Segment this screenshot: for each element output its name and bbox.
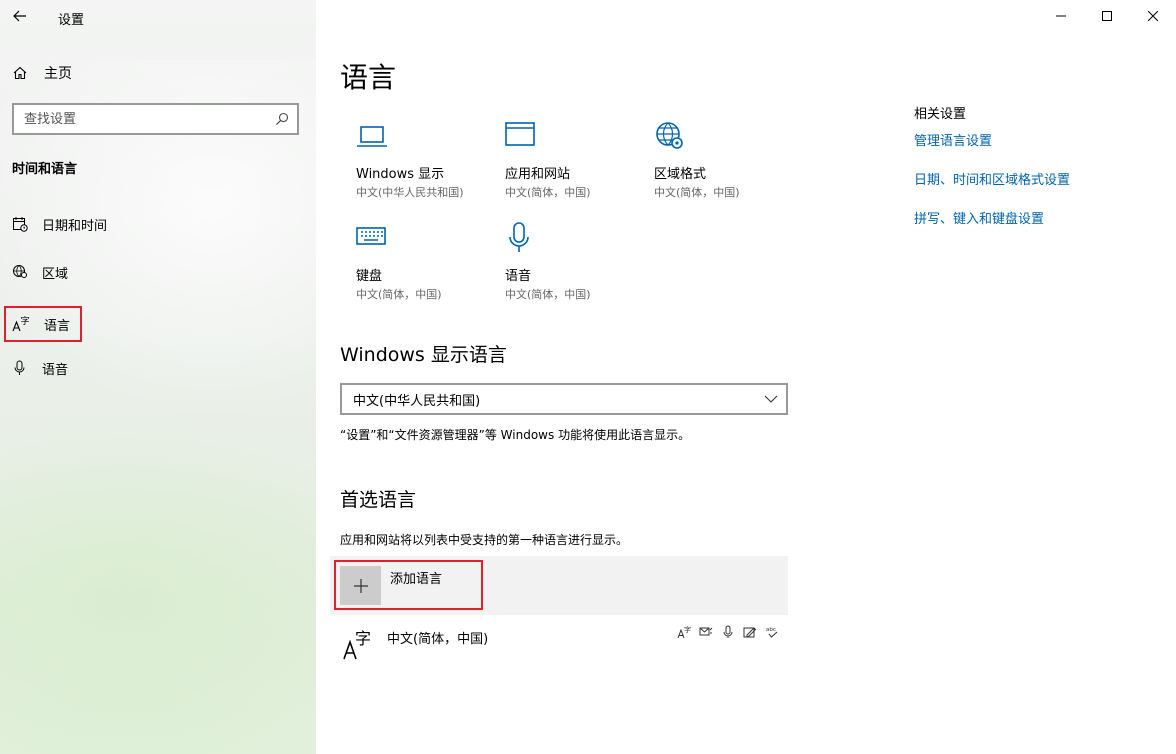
dropdown-value: 中文(中华人民共和国) (353, 393, 481, 409)
search-icon[interactable] (275, 112, 289, 126)
link-spelling-typing-keyboard-settings[interactable]: 拼写、键入和键盘设置 (914, 208, 1044, 227)
tile-label: 区域格式 (654, 167, 707, 182)
add-language-label[interactable]: 添加语言 (390, 568, 442, 587)
browser-window-icon (505, 122, 535, 146)
globe-pin-icon (13, 265, 27, 278)
language-list-item[interactable]: 字 中文(简体，中国) 字 abc (330, 618, 788, 668)
tile-label: 语音 (505, 269, 532, 284)
display-language-icon: 字 (676, 624, 692, 640)
search-input[interactable] (24, 111, 264, 127)
tile-label: 应用和网站 (505, 167, 571, 182)
svg-text:字: 字 (684, 625, 691, 634)
handwriting-icon (742, 624, 758, 640)
sidebar-item-label: 区域 (42, 266, 69, 282)
globe-settings-icon (656, 122, 683, 149)
tile-windows-display[interactable]: Windows 显示 中文(中华人民共和国) (356, 120, 496, 210)
language-icon: 字 (343, 629, 371, 660)
tile-apps-websites[interactable]: 应用和网站 中文(简体，中国) (505, 120, 645, 210)
tile-sublabel: 中文(中华人民共和国) (356, 186, 464, 199)
related-settings-title: 相关设置 (914, 107, 967, 122)
tile-sublabel: 中文(简体，中国) (356, 288, 442, 301)
sidebar-item-speech[interactable]: 语音 (12, 354, 68, 382)
calendar-clock-icon (13, 217, 28, 232)
microphone-icon (14, 360, 25, 375)
sidebar-home-label: 主页 (44, 66, 72, 82)
language-name: 中文(简体，中国) (387, 632, 489, 647)
chevron-down-icon (764, 395, 778, 403)
window-controls (1038, 0, 1176, 32)
maximize-icon (1102, 11, 1112, 21)
sidebar-section-title: 时间和语言 (12, 162, 78, 177)
sidebar: 设置 主页 时间和语言 日期和时间 (0, 0, 316, 754)
sidebar-item-language[interactable]: 字 语言 (12, 306, 70, 342)
back-arrow-icon (13, 10, 26, 22)
tile-sublabel: 中文(简体，中国) (505, 288, 591, 301)
tile-keyboard[interactable]: 键盘 中文(简体，中国) (356, 222, 496, 312)
window-title: 设置 (58, 13, 85, 28)
link-manage-language-settings[interactable]: 管理语言设置 (914, 130, 992, 149)
close-icon (1148, 11, 1158, 21)
svg-text:字: 字 (21, 315, 30, 327)
preferred-language-description: 应用和网站将以列表中受支持的第一种语言进行显示。 (340, 533, 629, 547)
sidebar-item-date-time[interactable]: 日期和时间 (12, 210, 107, 238)
display-language-heading: Windows 显示语言 (340, 344, 507, 366)
tile-regional-format[interactable]: 区域格式 中文(简体，中国) (654, 120, 794, 210)
plus-icon (353, 578, 368, 593)
tile-sublabel: 中文(简体，中国) (505, 186, 591, 199)
svg-text:字: 字 (355, 629, 371, 648)
home-icon (13, 66, 27, 80)
speech-recognition-icon (720, 624, 736, 640)
tile-sublabel: 中文(简体，中国) (654, 186, 740, 199)
back-button[interactable] (8, 4, 32, 28)
add-language-row[interactable]: 添加语言 (330, 556, 788, 615)
display-language-dropdown[interactable]: 中文(中华人民共和国) (340, 383, 788, 415)
keyboard-icon (356, 227, 386, 245)
sidebar-item-label: 日期和时间 (42, 218, 108, 234)
sidebar-item-label: 语言 (44, 318, 71, 334)
sidebar-item-label: 语音 (42, 362, 69, 378)
svg-text:abc: abc (766, 627, 776, 633)
minimize-button[interactable] (1038, 0, 1084, 32)
display-language-description: “设置”和“文件资源管理器”等 Windows 功能将使用此语言显示。 (340, 428, 691, 442)
tile-label: 键盘 (356, 269, 383, 284)
sidebar-item-region[interactable]: 区域 (12, 258, 68, 286)
link-date-time-region-settings[interactable]: 日期、时间和区域格式设置 (914, 169, 1070, 188)
preferred-language-heading: 首选语言 (340, 489, 417, 511)
minimize-icon (1056, 15, 1066, 17)
language-feature-icons: 字 abc (676, 624, 780, 640)
text-to-speech-icon (698, 624, 714, 640)
microphone-icon (509, 222, 529, 252)
add-language-button[interactable] (340, 566, 381, 605)
sidebar-item-home[interactable]: 主页 (12, 63, 72, 83)
tile-label: Windows 显示 (356, 167, 445, 182)
laptop-icon (357, 126, 387, 147)
language-icon: 字 (12, 315, 30, 332)
search-box[interactable] (12, 103, 299, 135)
spellcheck-icon: abc (764, 624, 780, 640)
tile-speech[interactable]: 语音 中文(简体，中国) (505, 222, 645, 312)
page-title: 语言 (340, 61, 397, 94)
maximize-button[interactable] (1084, 0, 1130, 32)
close-button[interactable] (1130, 0, 1176, 32)
